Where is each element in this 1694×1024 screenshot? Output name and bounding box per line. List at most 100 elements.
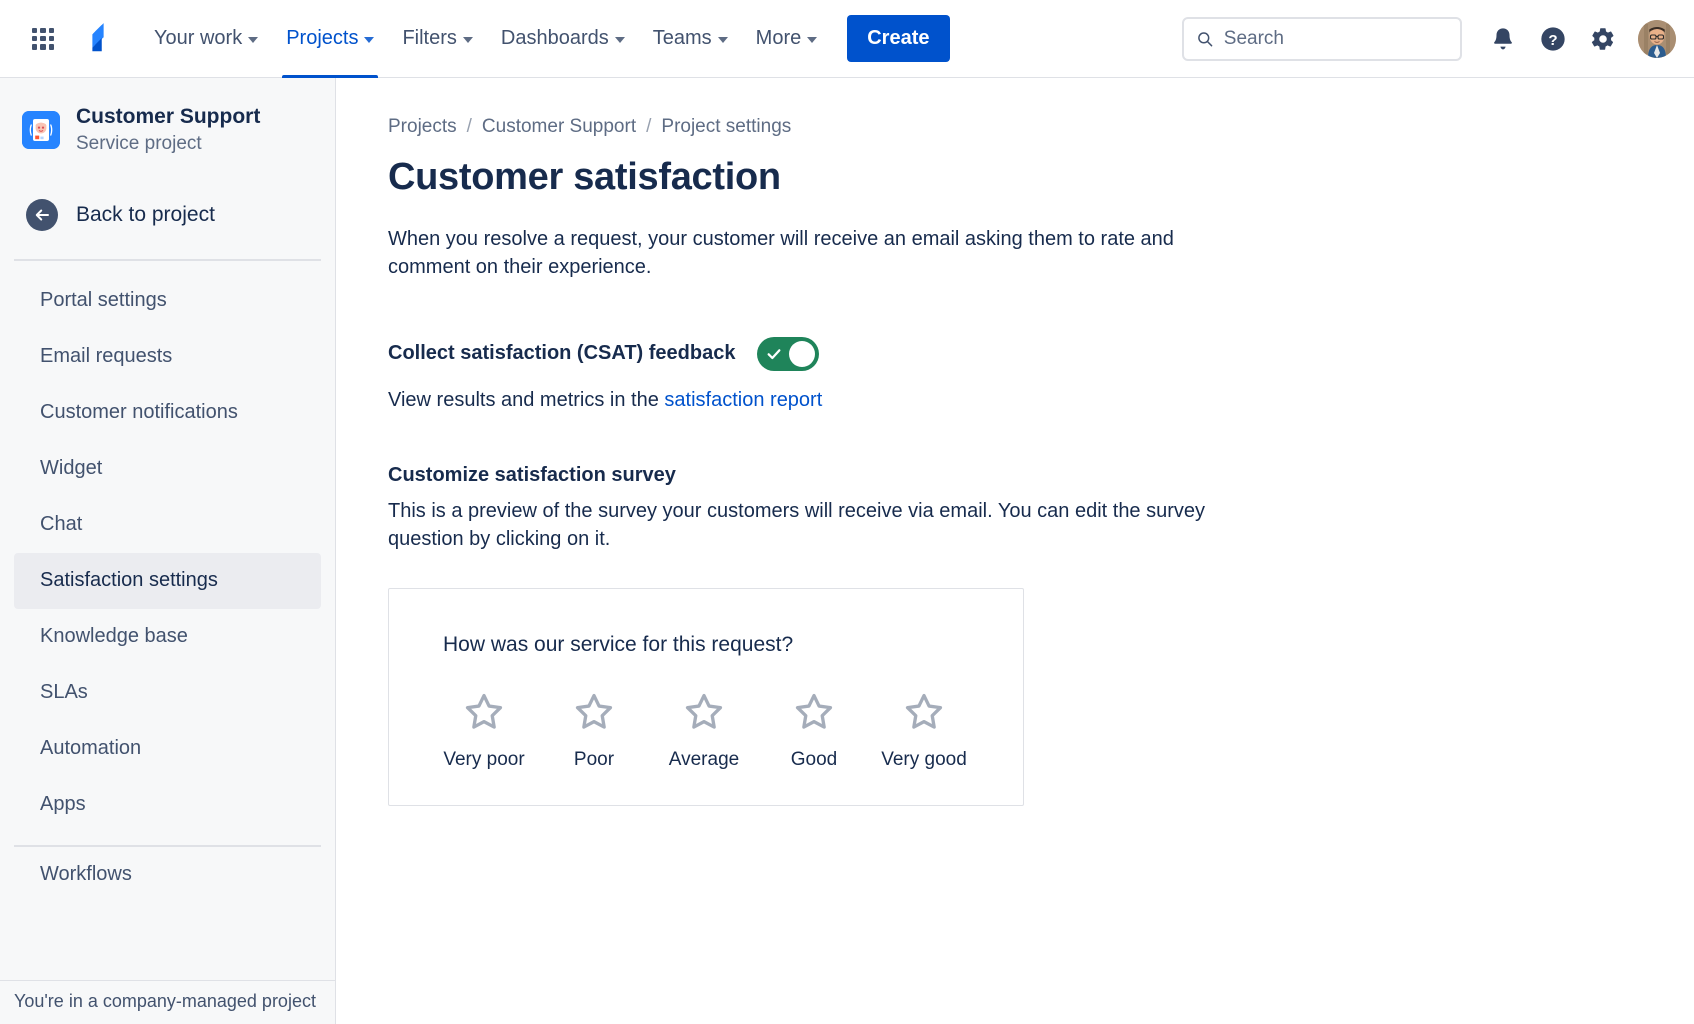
customize-survey-description: This is a preview of the survey your cus… <box>388 497 1226 554</box>
sidebar-item-slas[interactable]: SLAs <box>14 665 321 721</box>
nav-label: More <box>756 27 802 50</box>
rating-label: Poor <box>574 749 614 771</box>
rating-option-very-good[interactable]: Very good <box>869 691 979 771</box>
nav-label: Projects <box>286 27 358 50</box>
page-body: Customer Support Service project Back to… <box>0 78 1694 1024</box>
csat-toggle[interactable] <box>757 337 819 371</box>
chevron-down-icon <box>364 37 374 43</box>
survey-rating-scale: Very poor Poor Average <box>389 691 1023 771</box>
arrow-left-icon <box>33 206 51 224</box>
star-outline-icon <box>793 691 835 733</box>
chevron-down-icon <box>718 37 728 43</box>
nav-item-your-work[interactable]: Your work <box>140 0 272 78</box>
breadcrumb: Projects / Customer Support / Project se… <box>388 116 1694 138</box>
rating-label: Good <box>791 749 837 771</box>
survey-question[interactable]: How was our service for this request? <box>389 633 1023 657</box>
star-outline-icon <box>903 691 945 733</box>
back-arrow-circle <box>26 199 58 231</box>
rating-option-very-poor[interactable]: Very poor <box>429 691 539 771</box>
sidebar-item-label: Customer notifications <box>40 401 238 424</box>
sidebar-item-portal-settings[interactable]: Portal settings <box>14 273 321 329</box>
project-type: Service project <box>76 131 260 157</box>
customize-survey-title: Customize satisfaction survey <box>388 464 1694 487</box>
project-name: Customer Support <box>76 104 260 130</box>
breadcrumb-item-project-settings[interactable]: Project settings <box>661 116 791 138</box>
star-outline-icon <box>573 691 615 733</box>
survey-preview-card: How was our service for this request? Ve… <box>388 588 1024 806</box>
csat-label: Collect satisfaction (CSAT) feedback <box>388 342 735 365</box>
help-button[interactable]: ? <box>1530 16 1576 62</box>
sidebar-item-apps[interactable]: Apps <box>14 777 321 833</box>
rating-option-good[interactable]: Good <box>759 691 869 771</box>
nav-item-projects[interactable]: Projects <box>272 0 388 78</box>
sidebar-item-label: Chat <box>40 513 82 536</box>
breadcrumb-item-customer-support[interactable]: Customer Support <box>482 116 636 138</box>
chevron-down-icon <box>807 37 817 43</box>
rating-option-average[interactable]: Average <box>649 691 759 771</box>
nav-label: Teams <box>653 27 712 50</box>
nav-item-more[interactable]: More <box>742 0 832 78</box>
rating-label: Very poor <box>443 749 524 771</box>
project-header-text: Customer Support Service project <box>76 104 260 157</box>
back-to-project-label: Back to project <box>76 203 215 227</box>
sidebar-item-label: Automation <box>40 737 141 760</box>
jira-logo[interactable] <box>76 17 120 61</box>
top-navigation-bar: Your work Projects Filters Dashboards Te… <box>0 0 1694 78</box>
sidebar-item-widget[interactable]: Widget <box>14 441 321 497</box>
sidebar-item-automation[interactable]: Automation <box>14 721 321 777</box>
chevron-down-icon <box>248 37 258 43</box>
settings-button[interactable] <box>1580 16 1626 62</box>
sidebar-item-label: Widget <box>40 457 102 480</box>
sidebar-item-workflows[interactable]: Workflows <box>14 847 321 903</box>
nav-label: Filters <box>402 27 456 50</box>
back-to-project-button[interactable]: Back to project <box>0 195 335 235</box>
search-box[interactable] <box>1182 17 1462 61</box>
sidebar-item-label: Apps <box>40 793 86 816</box>
project-header[interactable]: Customer Support Service project <box>0 78 335 157</box>
avatar[interactable] <box>1638 20 1676 58</box>
nav-item-filters[interactable]: Filters <box>388 0 486 78</box>
search-icon <box>1196 29 1214 49</box>
company-managed-label: You're in a company-managed project <box>14 991 316 1011</box>
notifications-button[interactable] <box>1480 16 1526 62</box>
rating-option-poor[interactable]: Poor <box>539 691 649 771</box>
sidebar-item-label: Satisfaction settings <box>40 569 218 592</box>
sidebar-item-satisfaction-settings[interactable]: Satisfaction settings <box>14 553 321 609</box>
chevron-down-icon <box>463 37 473 43</box>
project-settings-sidebar: Customer Support Service project Back to… <box>0 78 336 1024</box>
project-avatar <box>22 111 60 149</box>
page-title: Customer satisfaction <box>388 156 1694 199</box>
search-input[interactable] <box>1224 28 1448 50</box>
sidebar-item-customer-notifications[interactable]: Customer notifications <box>14 385 321 441</box>
star-outline-icon <box>463 691 505 733</box>
create-button[interactable]: Create <box>847 15 949 62</box>
nav-label: Your work <box>154 27 242 50</box>
satisfaction-report-prefix: View results and metrics in the <box>388 389 664 411</box>
main-content: Projects / Customer Support / Project se… <box>336 78 1694 1024</box>
svg-text:?: ? <box>1548 31 1557 48</box>
sidebar-item-knowledge-base[interactable]: Knowledge base <box>14 609 321 665</box>
csat-toggle-row: Collect satisfaction (CSAT) feedback <box>388 337 1694 371</box>
app-switcher-button[interactable] <box>22 18 64 60</box>
rating-label: Average <box>669 749 739 771</box>
breadcrumb-item-projects[interactable]: Projects <box>388 116 457 138</box>
breadcrumb-separator: / <box>467 116 472 138</box>
check-icon <box>766 346 782 362</box>
breadcrumb-separator: / <box>646 116 651 138</box>
sidebar-nav-list: Portal settings Email requests Customer … <box>0 261 335 903</box>
nav-item-dashboards[interactable]: Dashboards <box>487 0 639 78</box>
sidebar-item-label: Portal settings <box>40 289 167 312</box>
sidebar-item-email-requests[interactable]: Email requests <box>14 329 321 385</box>
company-managed-banner: You're in a company-managed project <box>0 980 335 1024</box>
nav-item-teams[interactable]: Teams <box>639 0 742 78</box>
page-intro-text: When you resolve a request, your custome… <box>388 225 1188 282</box>
grid-icon <box>32 28 54 50</box>
sidebar-item-label: Knowledge base <box>40 625 188 648</box>
service-project-icon <box>22 111 60 149</box>
nav-right-cluster: ? <box>1182 16 1676 62</box>
sidebar-item-label: Workflows <box>40 863 132 886</box>
satisfaction-report-link[interactable]: satisfaction report <box>664 389 822 411</box>
sidebar-item-chat[interactable]: Chat <box>14 497 321 553</box>
primary-nav-links: Your work Projects Filters Dashboards Te… <box>140 0 831 78</box>
toggle-knob <box>789 341 815 367</box>
